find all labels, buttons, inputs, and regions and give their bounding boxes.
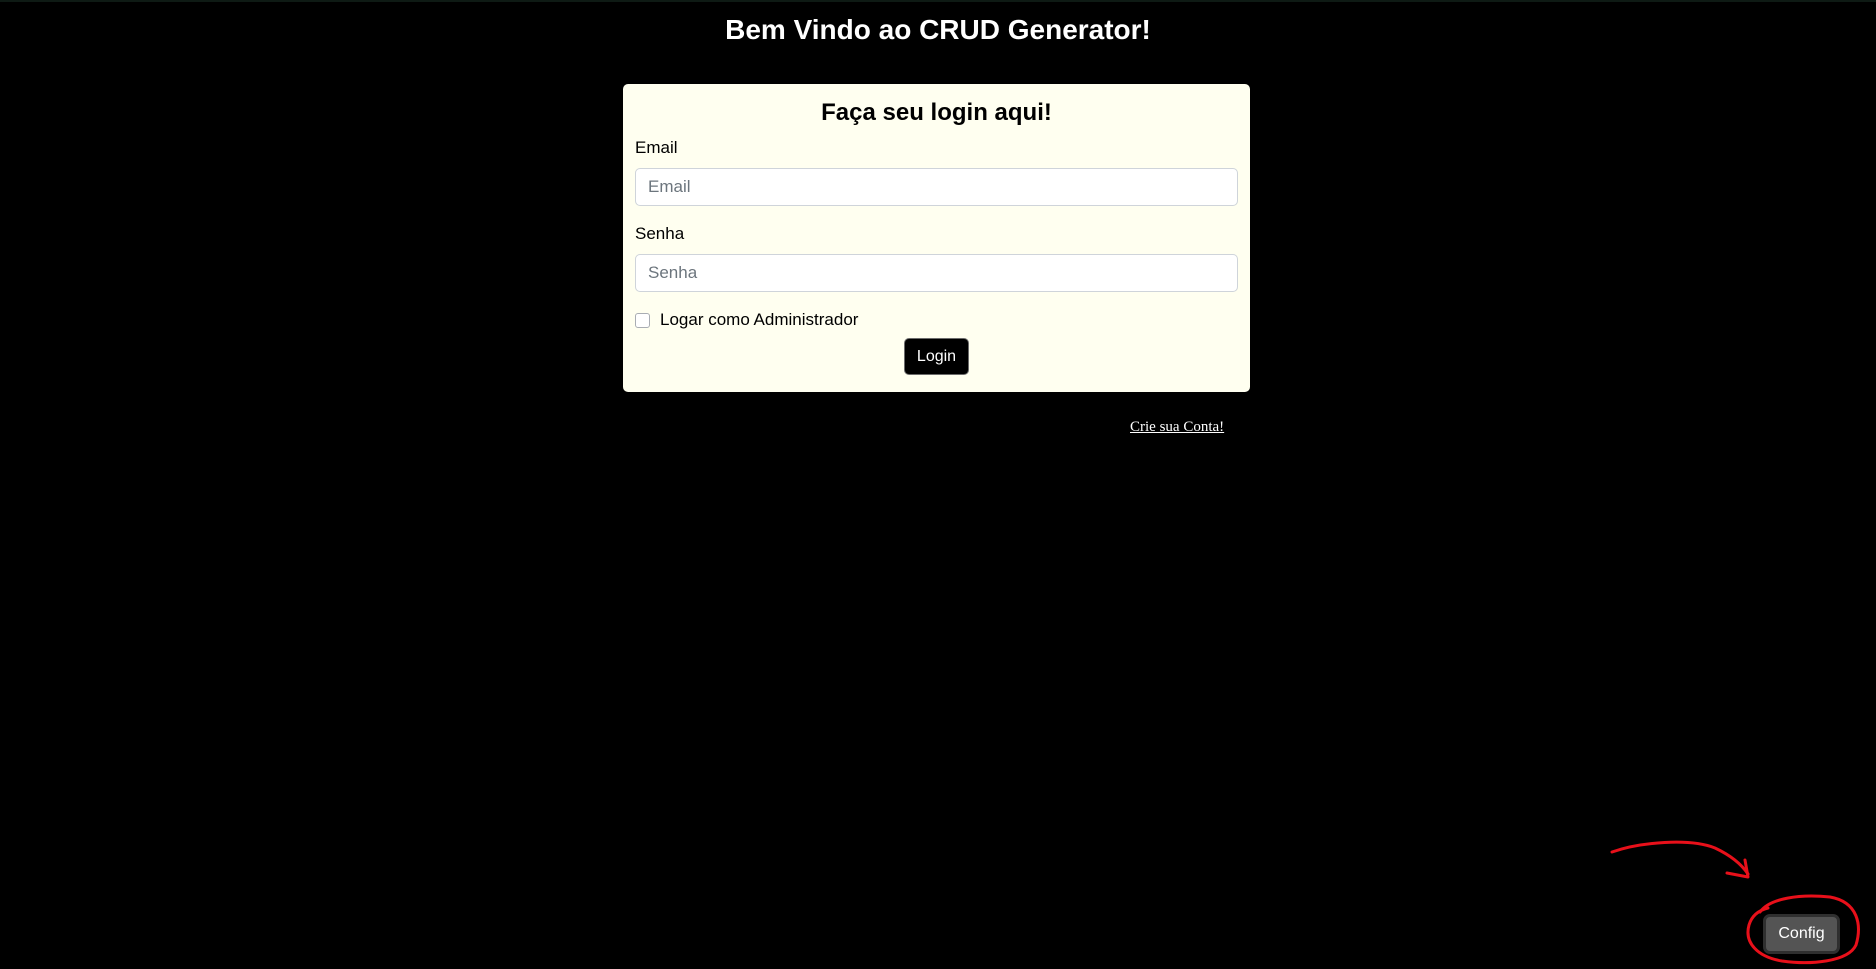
password-label: Senha — [635, 224, 685, 243]
annotation-arrowhead-icon — [1725, 858, 1750, 879]
top-border — [0, 0, 1876, 2]
email-label: Email — [635, 138, 678, 157]
create-account-link[interactable]: Crie sua Conta! — [1130, 419, 1224, 436]
page-title: Bem Vindo ao CRUD Generator! — [725, 14, 1151, 45]
login-card-title: Faça seu login aqui! — [821, 99, 1052, 126]
email-field[interactable] — [635, 168, 1238, 206]
annotation-arrow-icon — [1610, 840, 1750, 876]
admin-checkbox[interactable] — [635, 312, 650, 328]
password-field[interactable] — [635, 254, 1238, 292]
login-button[interactable]: Login — [904, 338, 969, 375]
config-button[interactable]: Config — [1763, 914, 1840, 954]
admin-checkbox-label[interactable]: Logar como Administrador — [660, 310, 858, 330]
login-card: Faça seu login aqui! Email Senha Logar c… — [623, 84, 1250, 392]
admin-checkbox-row[interactable]: Logar como Administrador — [635, 310, 858, 330]
